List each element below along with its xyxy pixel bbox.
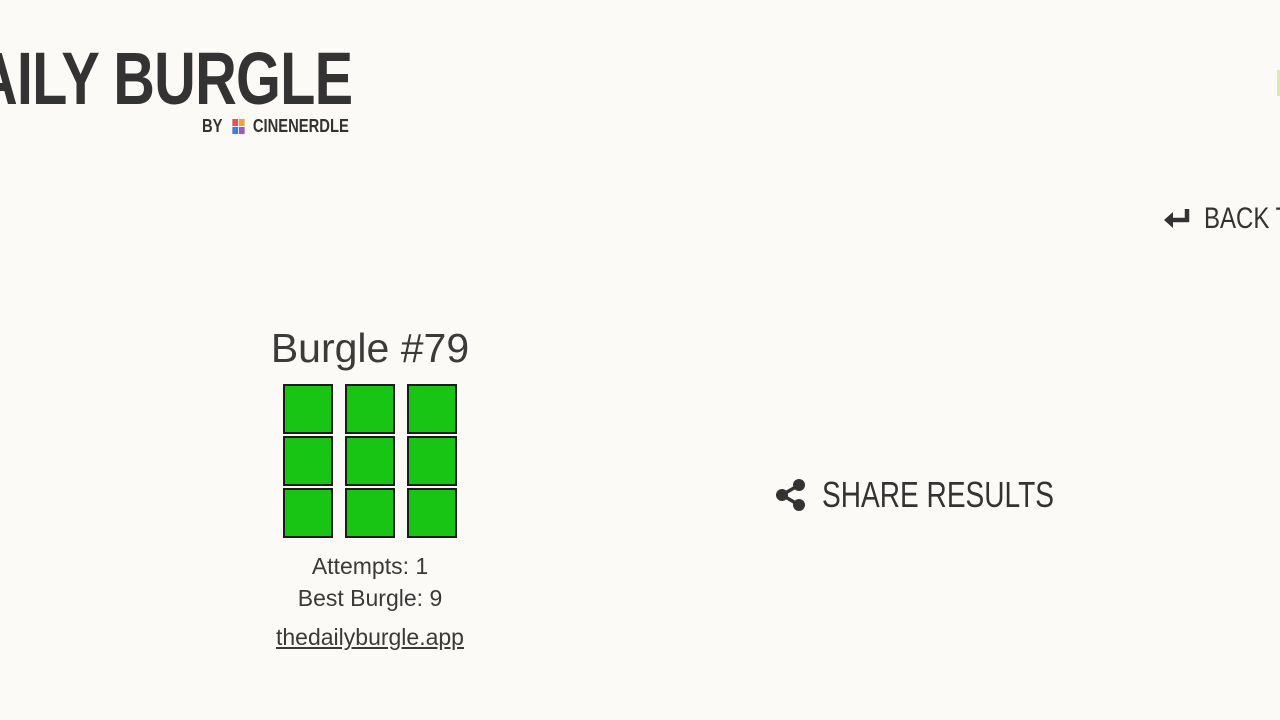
result-grid: [283, 384, 457, 538]
byline-brand[interactable]: CINENERDLE: [253, 116, 349, 137]
share-results-label: SHARE RESULTS: [822, 474, 1054, 515]
brand-mark-square: [238, 119, 245, 126]
brand-mark-square: [232, 119, 239, 126]
best-score: Best Burgle: 9: [297, 585, 443, 611]
grid-cell-correct: [407, 488, 457, 538]
results-card: Burgle #79 Attempts: 1 Best Burgle: 9 th…: [210, 322, 530, 651]
attempts-count: Attempts: 1: [311, 553, 429, 579]
brand-mark-square: [238, 127, 245, 134]
grid-cell-correct: [407, 384, 457, 434]
grid-cell-correct: [345, 488, 395, 538]
share-icon: [776, 479, 805, 511]
grid-cell-correct: [283, 384, 333, 434]
back-link-label: BACK T: [1204, 202, 1280, 235]
share-results-button[interactable]: SHARE RESULTS: [774, 474, 1119, 516]
site-link[interactable]: thedailyburgle.app: [276, 624, 464, 651]
byline-prefix: BY: [202, 116, 223, 136]
brand-mark-square: [232, 127, 239, 134]
cinenerdle-logo-icon: [232, 119, 245, 134]
grid-cell-correct: [283, 488, 333, 538]
grid-cell-correct: [345, 384, 395, 434]
back-link[interactable]: BACK T: [1162, 202, 1280, 236]
return-arrow-icon: [1164, 209, 1190, 228]
puzzle-title: Burgle #79: [270, 325, 470, 371]
grid-cell-correct: [407, 436, 457, 486]
app-logo-title[interactable]: AILY BURGLE: [0, 40, 353, 118]
byline: BY CINENERDLE: [202, 116, 349, 137]
grid-cell-correct: [345, 436, 395, 486]
grid-cell-correct: [283, 436, 333, 486]
